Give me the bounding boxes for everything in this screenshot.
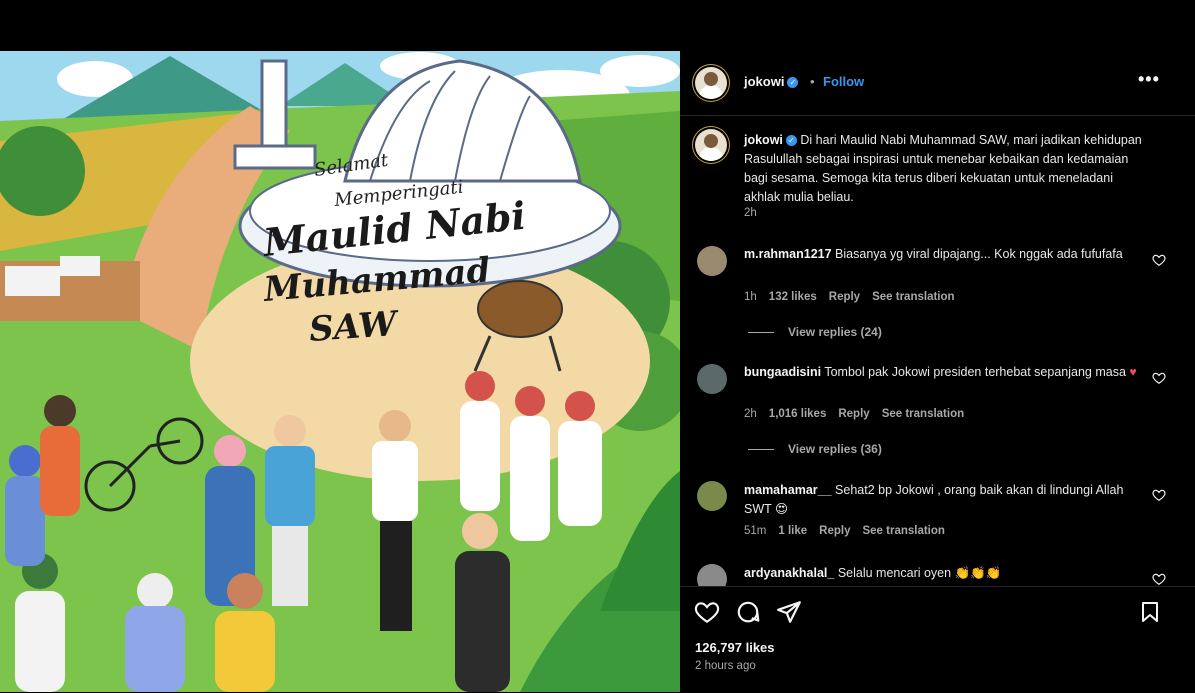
caption-text: Di hari Maulid Nabi Muhammad SAW, mari j… <box>744 133 1142 204</box>
small-heart-icon[interactable] <box>1152 253 1166 267</box>
caption: jokowi ✓ Di hari Maulid Nabi Muhammad SAW… <box>744 131 1144 207</box>
comment: mamahamar__ Sehat2 bp Jokowi , orang bai… <box>744 481 1144 519</box>
comment-time: 2h <box>744 408 757 420</box>
post-header: jokowi ✓ • Follow ••• <box>680 51 1195 116</box>
author-username-text[interactable]: jokowi <box>744 74 784 89</box>
maulid-illustration: Selamat Memperingati Maulid Nabi Muhamma… <box>0 51 680 692</box>
comment-meta: 1h 132 likes Reply See translation <box>744 291 967 303</box>
comment-text: Tombol pak Jokowi presiden terhebat sepa… <box>824 365 1126 379</box>
red-heart-emoji: ♥ <box>1129 365 1137 379</box>
commenter-avatar[interactable] <box>697 364 727 394</box>
more-options-icon[interactable]: ••• <box>1138 69 1160 90</box>
comment-time: 51m <box>744 525 767 537</box>
see-translation-button[interactable]: See translation <box>872 291 954 303</box>
caption-time: 2h <box>744 207 757 219</box>
comment: ardyanakhalal_ Selalu mencari oyen 👏👏👏 <box>744 564 1144 583</box>
comment-username[interactable]: m.rahman1217 <box>744 247 832 261</box>
bookmark-icon[interactable] <box>1138 599 1162 625</box>
comment-username[interactable]: mamahamar__ <box>744 483 832 497</box>
small-heart-icon[interactable] <box>1152 371 1166 385</box>
comment-likes[interactable]: 1,016 likes <box>769 408 827 420</box>
comment-username[interactable]: bungaadisini <box>744 365 821 379</box>
caption-avatar[interactable] <box>695 129 727 161</box>
small-heart-icon[interactable] <box>1152 488 1166 502</box>
heart-eyes-emoji: 😍 <box>775 502 789 516</box>
post-side-panel: jokowi ✓ • Follow ••• jokowi ✓ Di hari Mau… <box>680 51 1195 692</box>
send-icon[interactable] <box>776 599 802 625</box>
title-line3: SAW <box>308 304 401 350</box>
comment-meta: 51m 1 like Reply See translation <box>744 525 957 537</box>
verified-badge-icon: ✓ <box>787 77 799 89</box>
comment-meta: 2h 1,016 likes Reply See translation <box>744 408 976 420</box>
small-heart-icon[interactable] <box>1152 572 1166 586</box>
verified-badge-icon: ✓ <box>785 135 797 147</box>
comment-likes[interactable]: 1 like <box>778 525 807 537</box>
heart-icon[interactable] <box>694 599 720 625</box>
see-translation-button[interactable]: See translation <box>882 408 964 420</box>
reply-button[interactable]: Reply <box>819 525 850 537</box>
comment-username[interactable]: ardyanakhalal_ <box>744 566 834 580</box>
comment-likes[interactable]: 132 likes <box>769 291 817 303</box>
posted-time: 2 hours ago <box>695 660 756 672</box>
view-replies-button[interactable]: View replies (36) <box>748 442 882 456</box>
comment-time: 1h <box>744 291 757 303</box>
like-count[interactable]: 126,797 likes <box>695 640 775 655</box>
post-image[interactable]: Selamat Memperingati Maulid Nabi Muhamma… <box>0 51 680 692</box>
see-translation-button[interactable]: See translation <box>862 525 944 537</box>
comment-partial-wrapper: ardyanakhalal_ Selalu mencari oyen 👏👏👏 <box>680 556 1195 586</box>
comment-text: Biasanya yg viral dipajang... Kok nggak … <box>835 247 1123 261</box>
reply-button[interactable]: Reply <box>838 408 869 420</box>
comment-icon[interactable] <box>735 599 761 625</box>
comment-text: Selalu mencari oyen <box>837 566 952 580</box>
commenter-avatar[interactable] <box>697 481 727 511</box>
caption-username[interactable]: jokowi <box>744 133 783 147</box>
comment: bungaadisini Tombol pak Jokowi presiden … <box>744 363 1144 382</box>
clap-emoji: 👏👏👏 <box>954 566 1002 580</box>
view-replies-button[interactable]: View replies (24) <box>748 325 882 339</box>
follow-button[interactable]: Follow <box>823 74 864 89</box>
separator-dot: • <box>810 74 815 89</box>
commenter-avatar[interactable] <box>697 246 727 276</box>
reply-button[interactable]: Reply <box>829 291 860 303</box>
author-username[interactable]: jokowi ✓ <box>744 74 799 89</box>
commenter-avatar[interactable] <box>697 564 727 586</box>
comment: m.rahman1217 Biasanya yg viral dipajang.… <box>744 245 1144 264</box>
author-avatar[interactable] <box>695 67 727 99</box>
